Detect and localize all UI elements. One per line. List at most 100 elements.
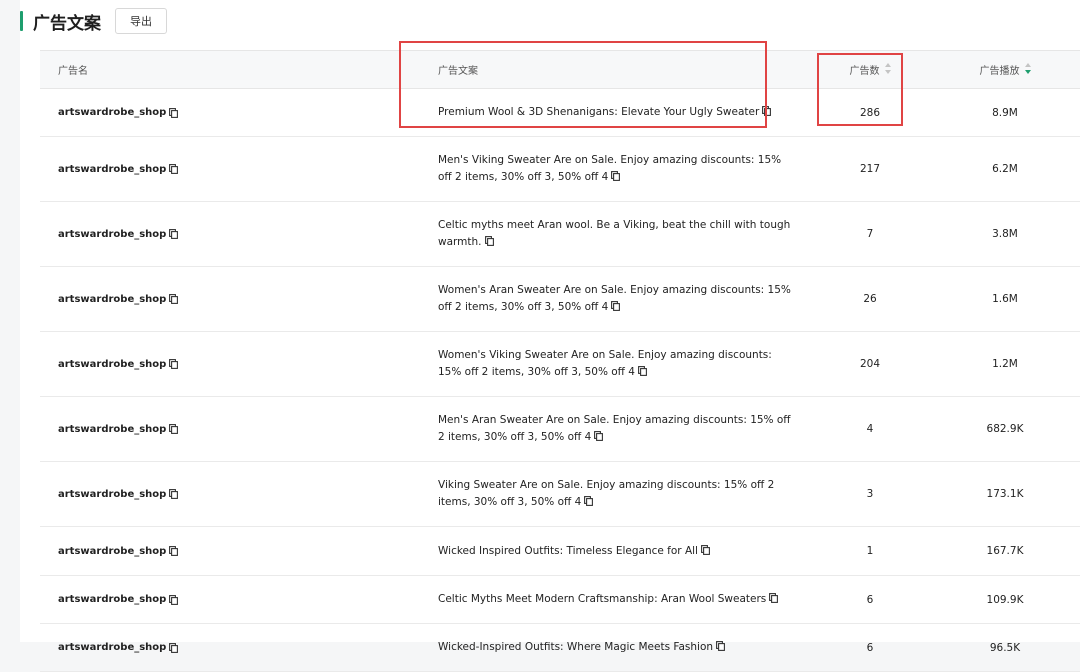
ad-copy-cell: Celtic Myths Meet Modern Craftsmanship: … [420,576,810,623]
copy-icon[interactable] [169,359,179,369]
copy-icon[interactable] [484,235,494,246]
ad-plays-cell: 96.5K [989,641,1021,654]
ad-name-cell: artswardrobe_shop [40,397,420,461]
ad-name-cell: artswardrobe_shop [40,89,420,136]
ad-copy-wrap: Viking Sweater Are on Sale. Enjoy amazin… [438,477,798,511]
copy-icon[interactable] [584,495,594,506]
ad-plays-cell: 173.1K [986,488,1024,500]
copy-icon[interactable] [169,164,179,174]
copy-icon[interactable] [169,642,179,653]
ad-copy-text: Men's Viking Sweater Are on Sale. Enjoy … [438,154,782,183]
ad-name-cell: artswardrobe_shop [40,267,420,331]
copy-icon[interactable] [637,365,647,376]
copy-icon[interactable] [762,105,772,116]
ad-name: artswardrobe_shop [58,545,167,557]
ad-count-cell: 204 [859,358,881,370]
ad-count-cell: 286 [859,106,881,119]
table-row: artswardrobe_shop Premium Wool & 3D Shena… [40,89,1080,137]
table-row: artswardrobe_shop Women's Viking Sweater … [40,332,1080,397]
ad-plays-cell: 109.9K [986,593,1024,606]
copy-icon[interactable] [169,424,179,434]
ad-name: artswardrobe_shop [58,107,167,118]
copy-icon[interactable] [169,294,179,304]
ad-count-cell: 26 [863,293,877,305]
ad-copy-cell: Wicked Inspired Outfits: Timeless Elegan… [420,527,810,575]
ad-copy-wrap: Celtic Myths Meet Modern Craftsmanship: … [438,591,779,608]
section-header: 广告文案 导出 [20,8,167,34]
ad-name-cell: artswardrobe_shop [40,137,420,201]
table-body: artswardrobe_shop Premium Wool & 3D Shena… [40,89,1080,672]
ad-name: artswardrobe_shop [58,423,167,435]
copy-icon[interactable] [169,546,179,556]
ad-name-cell: artswardrobe_shop [40,527,420,575]
ad-copy-table: 广告名 广告文案 广告数 广告播放 artswardrobe_shop Premi… [40,50,1080,672]
ad-copy-text: Wicked Inspired Outfits: Timeless Elegan… [438,544,698,557]
table-row: artswardrobe_shop Women's Aran Sweater Ar… [40,267,1080,332]
copy-icon[interactable] [169,107,179,118]
ad-name: artswardrobe_shop [58,642,167,653]
ad-copy-cell: Women's Viking Sweater Are on Sale. Enjo… [420,332,810,396]
ad-plays-cell: 682.9K [986,423,1024,435]
ad-copy-text: Women's Viking Sweater Are on Sale. Enjo… [438,349,772,378]
copy-icon[interactable] [169,229,179,239]
ad-copy-wrap: Men's Viking Sweater Are on Sale. Enjoy … [438,152,798,186]
ad-copy-wrap: Men's Aran Sweater Are on Sale. Enjoy am… [438,412,798,446]
table-header: 广告名 广告文案 广告数 广告播放 [40,51,1080,89]
ad-copy-cell: Wicked-Inspired Outfits: Where Magic Mee… [420,624,810,671]
ad-copy-cell: Celtic myths meet Aran wool. Be a Viking… [420,202,810,266]
col-header-ad-plays-label: 广告播放 [979,66,1020,77]
ad-count-cell: 6 [866,641,874,654]
ad-plays-cell: 3.8M [992,228,1018,240]
col-header-ad-count[interactable]: 广告数 [810,51,930,88]
title-accent-bar [20,11,23,31]
copy-icon[interactable] [769,592,779,603]
table-row: artswardrobe_shop Men's Viking Sweater Ar… [40,137,1080,202]
export-button[interactable]: 导出 [115,8,167,34]
table-row: artswardrobe_shop Men's Aran Sweater Are … [40,397,1080,462]
ad-copy-text: Men's Aran Sweater Are on Sale. Enjoy am… [438,414,791,443]
ad-name-cell: artswardrobe_shop [40,462,420,526]
table-row: artswardrobe_shop Wicked-Inspired Outfits… [40,624,1080,672]
sort-icon[interactable] [884,62,891,77]
ad-count-cell: 217 [859,163,881,175]
ad-plays-cell: 1.2M [992,358,1018,370]
ad-copy-wrap: Wicked Inspired Outfits: Timeless Elegan… [438,543,710,560]
col-header-ad-count-label: 广告数 [849,66,880,77]
ad-name-cell: artswardrobe_shop [40,202,420,266]
ad-copy-text: Celtic Myths Meet Modern Craftsmanship: … [438,593,767,605]
table-row: artswardrobe_shop Celtic Myths Meet Moder… [40,576,1080,624]
ad-count-cell: 7 [866,228,874,240]
ad-name: artswardrobe_shop [58,163,167,175]
copy-icon[interactable] [701,544,710,555]
copy-icon[interactable] [611,300,621,311]
ad-copy-wrap: Premium Wool & 3D Shenanigans: Elevate Y… [438,104,772,121]
ad-copy-wrap: Women's Aran Sweater Are on Sale. Enjoy … [438,282,798,316]
ad-name: artswardrobe_shop [58,228,167,240]
ad-copy-text: Premium Wool & 3D Shenanigans: Elevate Y… [438,106,760,118]
ad-count-cell: 6 [866,593,874,606]
copy-icon[interactable] [169,489,179,499]
col-header-ad-name: 广告名 [58,66,88,77]
copy-icon[interactable] [594,430,604,441]
ad-name: artswardrobe_shop [58,293,167,305]
ad-count-cell: 3 [866,488,874,500]
copy-icon[interactable] [611,170,621,181]
table-row: artswardrobe_shop Celtic myths meet Aran … [40,202,1080,267]
col-header-ad-copy: 广告文案 [438,66,478,77]
ad-count-cell: 1 [866,545,874,557]
ad-copy-cell: Men's Aran Sweater Are on Sale. Enjoy am… [420,397,810,461]
ad-copy-wrap: Celtic myths meet Aran wool. Be a Viking… [438,217,798,251]
table-row: artswardrobe_shop Wicked Inspired Outfits… [40,527,1080,576]
col-header-ad-plays[interactable]: 广告播放 [930,51,1080,88]
ad-name: artswardrobe_shop [58,594,167,605]
copy-icon[interactable] [169,594,179,605]
ad-name-cell: artswardrobe_shop [40,576,420,623]
ad-name: artswardrobe_shop [58,358,167,370]
sort-desc-icon[interactable] [1024,62,1031,77]
ad-name-cell: artswardrobe_shop [40,624,420,671]
ad-copy-text: Wicked-Inspired Outfits: Where Magic Mee… [438,641,714,653]
ad-copy-wrap: Women's Viking Sweater Are on Sale. Enjo… [438,347,798,381]
ad-name-cell: artswardrobe_shop [40,332,420,396]
section-title: 广告文案 [33,13,101,34]
ad-copy-cell: Premium Wool & 3D Shenanigans: Elevate Y… [420,89,810,136]
